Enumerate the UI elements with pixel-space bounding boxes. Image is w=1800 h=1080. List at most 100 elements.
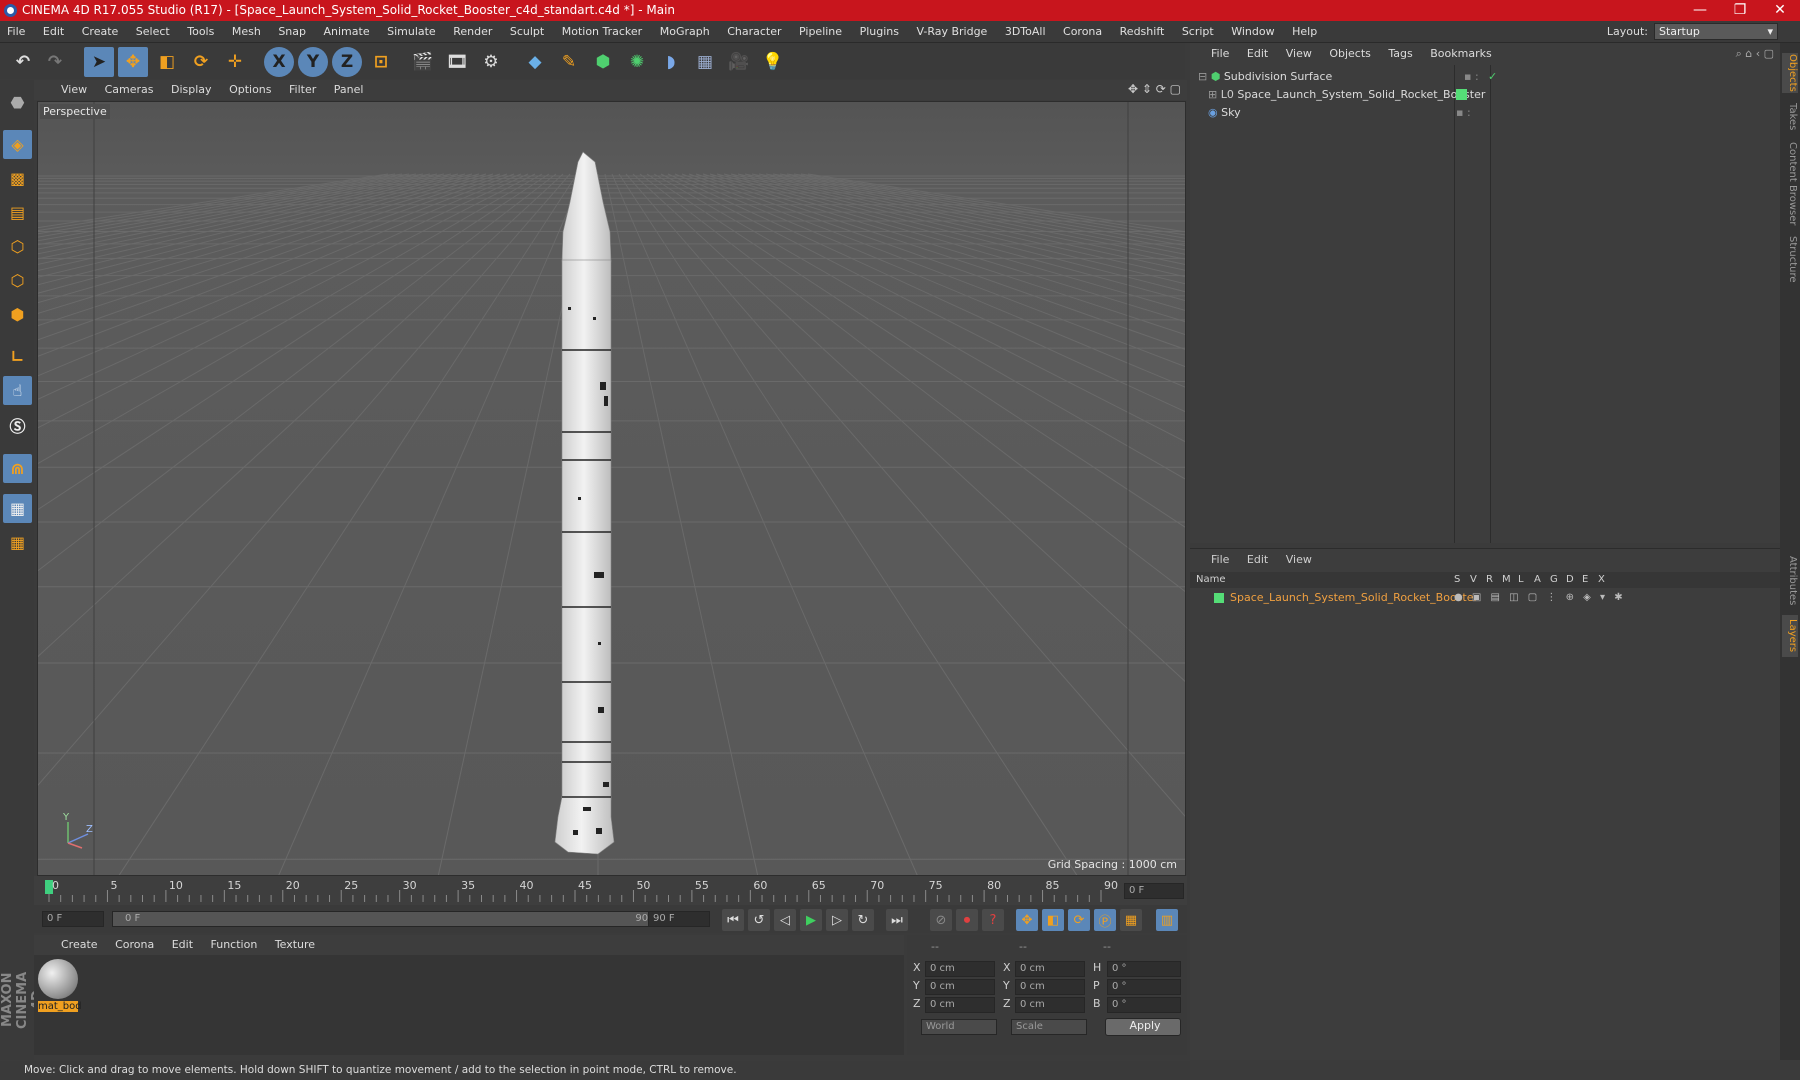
layer-menu-edit[interactable]: Edit xyxy=(1240,549,1275,571)
tweak-mode-icon[interactable]: ☝ xyxy=(3,376,32,405)
menu-create[interactable]: Create xyxy=(75,21,126,43)
menu-mograph[interactable]: MoGraph xyxy=(653,21,717,43)
floor-icon[interactable]: ▦ xyxy=(690,47,720,77)
scale-icon[interactable]: ◧ xyxy=(152,47,182,77)
menu-vray-bridge[interactable]: V-Ray Bridge xyxy=(909,21,994,43)
vp-menu-display[interactable]: Display xyxy=(164,80,219,100)
autokey-icon[interactable]: ⏺ xyxy=(956,909,978,931)
mat-menu-edit[interactable]: Edit xyxy=(165,935,200,955)
key-parameter-icon[interactable]: Ⓟ xyxy=(1094,909,1116,931)
vp-menu-filter[interactable]: Filter xyxy=(282,80,323,100)
key-scale-icon[interactable]: ◧ xyxy=(1042,909,1064,931)
menu-script[interactable]: Script xyxy=(1175,21,1221,43)
mat-menu-texture[interactable]: Texture xyxy=(268,935,322,955)
menu-help[interactable]: Help xyxy=(1285,21,1324,43)
undo-icon[interactable]: ↶ xyxy=(8,47,38,77)
y-axis-icon[interactable]: Y xyxy=(298,47,328,77)
obj-menu-tags[interactable]: Tags xyxy=(1381,43,1419,65)
menu-snap[interactable]: Snap xyxy=(271,21,313,43)
menu-pipeline[interactable]: Pipeline xyxy=(792,21,849,43)
subdivision-icon[interactable]: ⬢ xyxy=(588,47,618,77)
tab-attributes[interactable]: Attributes xyxy=(1782,553,1798,609)
object-row-booster[interactable]: ⊞ L0 Space_Launch_System_Solid_Rocket_Bo… xyxy=(1208,86,1778,103)
menu-sculpt[interactable]: Sculpt xyxy=(503,21,551,43)
key-rotation-icon[interactable]: ⟳ xyxy=(1068,909,1090,931)
key-pla-icon[interactable]: ▦ xyxy=(1120,909,1142,931)
mat-menu-create[interactable]: Create xyxy=(54,935,105,955)
visibility-dots-icon[interactable]: ▪ : xyxy=(1456,104,1471,121)
mat-menu-function[interactable]: Function xyxy=(204,935,265,955)
workplane-icon[interactable]: ▤ xyxy=(3,198,32,227)
rot-p-field[interactable]: 0 ° xyxy=(1107,979,1181,995)
menu-edit[interactable]: Edit xyxy=(36,21,71,43)
keyframe-selection-icon[interactable]: ? xyxy=(982,909,1004,931)
vp-menu-options[interactable]: Options xyxy=(222,80,278,100)
layer-menu-view[interactable]: View xyxy=(1279,549,1319,571)
tab-objects[interactable]: Objects xyxy=(1782,53,1798,93)
size-x-field[interactable]: 0 cm xyxy=(1015,961,1085,977)
tab-structure[interactable]: Structure xyxy=(1782,233,1798,285)
obj-menu-objects[interactable]: Objects xyxy=(1322,43,1378,65)
menu-character[interactable]: Character xyxy=(720,21,788,43)
obj-menu-view[interactable]: View xyxy=(1279,43,1319,65)
menu-corona[interactable]: Corona xyxy=(1056,21,1109,43)
key-position-icon[interactable]: ✥ xyxy=(1016,909,1038,931)
prev-key-icon[interactable]: ↺ xyxy=(748,909,770,931)
rotate-icon[interactable]: ⟳ xyxy=(186,47,216,77)
vp-menu-view[interactable]: View xyxy=(54,80,94,100)
tab-content-browser[interactable]: Content Browser xyxy=(1782,139,1798,229)
material-swatch[interactable]: mat_bod xyxy=(38,959,82,1015)
render-settings-icon[interactable]: ⚙ xyxy=(476,47,506,77)
tab-layers[interactable]: Layers xyxy=(1782,615,1798,657)
obj-menu-bookmarks[interactable]: Bookmarks xyxy=(1423,43,1498,65)
menu-motion-tracker[interactable]: Motion Tracker xyxy=(555,21,649,43)
apply-button[interactable]: Apply xyxy=(1105,1018,1181,1036)
z-axis-icon[interactable]: Z xyxy=(332,47,362,77)
menu-animate[interactable]: Animate xyxy=(317,21,377,43)
light-icon[interactable]: 💡 xyxy=(758,47,788,77)
pos-z-field[interactable]: 0 cm xyxy=(925,997,995,1013)
object-row-sky[interactable]: ◉ Sky ▪ : xyxy=(1208,104,1778,121)
texture-mode-icon[interactable]: ▩ xyxy=(3,164,32,193)
edges-mode-icon[interactable]: ⬡ xyxy=(3,266,32,295)
current-frame-field[interactable]: 0 F xyxy=(42,911,104,927)
polygons-mode-icon[interactable]: ⬢ xyxy=(3,300,32,329)
pen-spline-icon[interactable]: ✎ xyxy=(554,47,584,77)
last-tool-icon[interactable]: ✛ xyxy=(220,47,250,77)
locked-workplane-icon[interactable]: ▦ xyxy=(3,494,32,523)
frame-range-slider[interactable]: 0 F 90 F xyxy=(112,911,674,927)
cube-icon[interactable]: ◆ xyxy=(520,47,550,77)
prev-frame-icon[interactable]: ◁ xyxy=(774,909,796,931)
array-icon[interactable]: ✺ xyxy=(622,47,652,77)
play-icon[interactable]: ▶ xyxy=(800,909,822,931)
record-keys-icon[interactable]: ⊘ xyxy=(930,909,952,931)
obj-menu-edit[interactable]: Edit xyxy=(1240,43,1275,65)
mat-menu-corona[interactable]: Corona xyxy=(108,935,161,955)
menu-mesh[interactable]: Mesh xyxy=(225,21,268,43)
go-to-start-icon[interactable]: ⏮ xyxy=(722,909,744,931)
rot-h-field[interactable]: 0 ° xyxy=(1107,961,1181,977)
make-editable-icon[interactable]: ⬣ xyxy=(3,88,32,117)
menu-select[interactable]: Select xyxy=(129,21,177,43)
rot-b-field[interactable]: 0 ° xyxy=(1107,997,1181,1013)
obj-manager-nav-icons[interactable]: ⌕ ⌂ ‹ ▢ xyxy=(1736,47,1774,61)
visibility-dots-icon[interactable]: ▪ : xyxy=(1464,68,1479,85)
layer-toggle-icons[interactable]: ● ▣ ▤ ◫ ▢ ⋮ ⊕ ◈ ▾ ✱ xyxy=(1454,590,1626,606)
end-frame-field[interactable]: 0 F xyxy=(1124,883,1184,899)
viewport-perspective[interactable]: Y Z Perspective Grid Spacing : 1000 cm xyxy=(37,101,1186,876)
tab-takes[interactable]: Takes xyxy=(1782,99,1798,135)
layer-color-swatch[interactable] xyxy=(1214,593,1224,603)
layout-dropdown[interactable]: Startup ▾ xyxy=(1654,23,1778,40)
menu-file[interactable]: File xyxy=(0,21,32,43)
magnet-icon[interactable]: ⋒ xyxy=(3,454,32,483)
rocket-booster-model[interactable] xyxy=(554,151,615,855)
menu-render[interactable]: Render xyxy=(446,21,499,43)
object-row-subdivision[interactable]: ⊟ ⬢ Subdivision Surface ▪ : ✓ xyxy=(1198,68,1778,85)
menu-window[interactable]: Window xyxy=(1224,21,1281,43)
render-picture-queue-icon[interactable]: 🎞 xyxy=(442,47,472,77)
size-z-field[interactable]: 0 cm xyxy=(1015,997,1085,1013)
pos-x-field[interactable]: 0 cm xyxy=(925,961,995,977)
maximize-button[interactable]: ❐ xyxy=(1720,0,1760,21)
select-arrow-icon[interactable]: ➤ xyxy=(84,47,114,77)
next-frame-icon[interactable]: ▷ xyxy=(826,909,848,931)
